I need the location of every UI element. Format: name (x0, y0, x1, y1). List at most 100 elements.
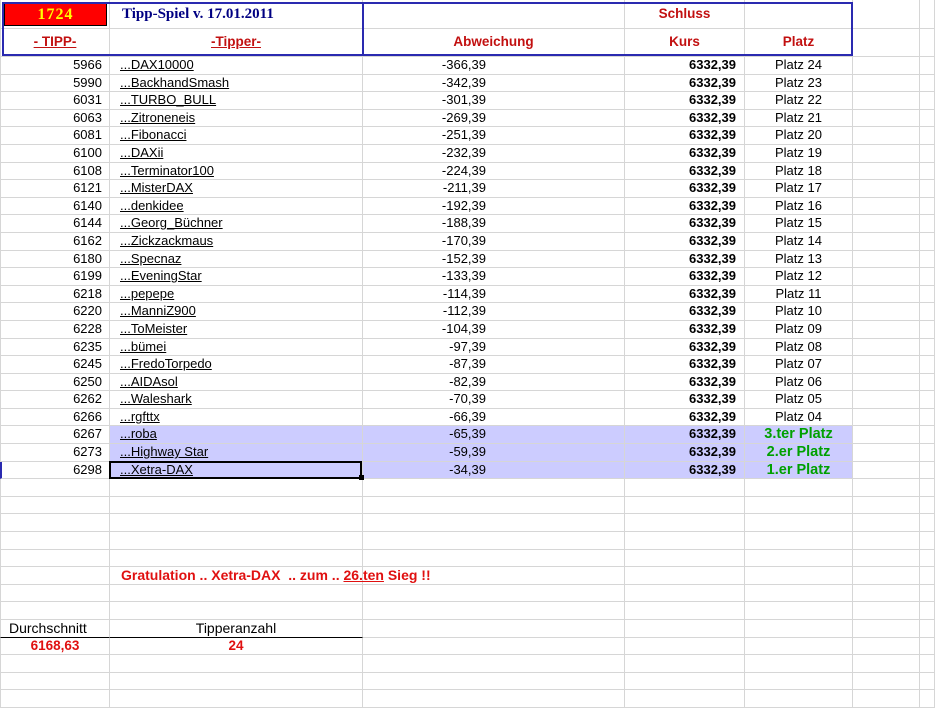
cell-kurs[interactable] (625, 567, 745, 585)
cell-abweichung[interactable]: -65,39 (363, 426, 625, 445)
cell-empty[interactable] (853, 532, 920, 550)
cell-abweichung[interactable]: -87,39 (363, 356, 625, 374)
cell-platz[interactable] (745, 637, 853, 656)
cell-tipp[interactable]: 6031 (0, 92, 110, 110)
cell-abweichung[interactable]: -34,39 (363, 461, 625, 480)
cell-kurs[interactable]: 6332,39 (625, 57, 745, 75)
cell-empty[interactable] (853, 356, 920, 374)
cell-tipper[interactable]: ...AIDAsol (110, 373, 363, 392)
cell-tipper[interactable] (110, 549, 363, 568)
empty-cell[interactable] (853, 0, 920, 29)
schluss-label[interactable]: Schluss (625, 0, 745, 29)
cell-empty[interactable] (853, 144, 920, 163)
cell-empty[interactable] (920, 162, 935, 181)
cell-tipp[interactable]: 6245 (0, 356, 110, 374)
cell-tipper[interactable]: ...TURBO_BULL (110, 92, 363, 110)
cell-tipp[interactable]: 5990 (0, 74, 110, 93)
cell-tipp[interactable]: 6081 (0, 127, 110, 145)
cell-kurs[interactable]: 6332,39 (625, 74, 745, 93)
cell-empty[interactable] (853, 268, 920, 286)
cell-empty[interactable] (920, 268, 935, 286)
cell-platz[interactable]: 1.er Platz (745, 461, 853, 480)
cell-kurs[interactable] (625, 549, 745, 568)
cell-empty[interactable] (920, 532, 935, 550)
cell-platz[interactable]: Platz 06 (745, 373, 853, 392)
cell-tipp[interactable]: 6144 (0, 215, 110, 233)
cell-empty[interactable] (920, 127, 935, 145)
cell-empty[interactable] (920, 672, 935, 691)
empty-cell[interactable] (920, 0, 935, 29)
cell-abweichung[interactable]: -59,39 (363, 444, 625, 462)
cell-platz[interactable] (745, 672, 853, 691)
cell-abweichung[interactable]: -112,39 (363, 303, 625, 321)
cell-tipper[interactable] (110, 514, 363, 533)
cell-empty[interactable] (853, 479, 920, 497)
cell-empty[interactable] (920, 303, 935, 321)
cell-empty[interactable] (920, 338, 935, 357)
cell-empty[interactable] (853, 620, 920, 638)
cell-platz[interactable] (745, 514, 853, 533)
cell-platz[interactable]: Platz 17 (745, 180, 853, 198)
cell-tipper[interactable] (110, 655, 363, 673)
cell-empty[interactable] (920, 320, 935, 339)
cell-tipper[interactable]: ...Highway Star (110, 444, 363, 462)
cell-empty[interactable] (853, 426, 920, 445)
cell-tipper[interactable] (110, 690, 363, 708)
cell-tipp[interactable]: 6273 (0, 444, 110, 462)
cell-abweichung[interactable] (363, 479, 625, 497)
cell-empty[interactable] (920, 74, 935, 93)
cell-tipper[interactable]: ...denkidee (110, 197, 363, 216)
cell-empty[interactable] (920, 250, 935, 269)
cell-empty[interactable] (853, 672, 920, 691)
cell-empty[interactable] (853, 496, 920, 515)
cell-empty[interactable] (853, 320, 920, 339)
cell-empty[interactable] (920, 144, 935, 163)
cell-tipp[interactable] (0, 567, 110, 585)
cell-tipper[interactable]: ...Waleshark (110, 391, 363, 409)
cell-tipp[interactable] (0, 655, 110, 673)
cell-kurs[interactable] (625, 637, 745, 656)
cell-platz[interactable] (745, 567, 853, 585)
column-header-tipper[interactable]: -Tipper- (110, 29, 363, 57)
cell-abweichung[interactable]: -104,39 (363, 320, 625, 339)
cell-abweichung[interactable]: -114,39 (363, 285, 625, 304)
cell-empty[interactable] (853, 373, 920, 392)
cell-platz[interactable] (745, 655, 853, 673)
cell-abweichung[interactable] (363, 690, 625, 708)
cell-abweichung[interactable]: -301,39 (363, 92, 625, 110)
cell-tipper[interactable] (110, 479, 363, 497)
cell-empty[interactable] (920, 215, 935, 233)
cell-tipp[interactable]: 6199 (0, 268, 110, 286)
empty-cell[interactable] (363, 0, 625, 29)
cell-kurs[interactable]: 6332,39 (625, 426, 745, 445)
cell-abweichung[interactable] (363, 637, 625, 656)
cell-abweichung[interactable]: -232,39 (363, 144, 625, 163)
tipp-number-cell[interactable]: 1724 (0, 0, 110, 29)
cell-platz[interactable]: Platz 24 (745, 57, 853, 75)
cell-tipp[interactable]: 6140 (0, 197, 110, 216)
cell-tipper[interactable]: ...Zickzackmaus (110, 232, 363, 251)
cell-empty[interactable] (920, 567, 935, 585)
cell-tipp[interactable] (0, 690, 110, 708)
cell-kurs[interactable]: 6332,39 (625, 144, 745, 163)
cell-platz[interactable]: Platz 21 (745, 109, 853, 128)
cell-platz[interactable]: Platz 08 (745, 338, 853, 357)
cell-empty[interactable] (853, 127, 920, 145)
cell-empty[interactable] (853, 584, 920, 603)
column-header-kurs[interactable]: Kurs (625, 29, 745, 57)
cell-kurs[interactable]: 6332,39 (625, 268, 745, 286)
cell-platz[interactable] (745, 602, 853, 620)
cell-tipp[interactable]: 6218 (0, 285, 110, 304)
cell-empty[interactable] (853, 514, 920, 533)
cell-empty[interactable] (853, 215, 920, 233)
cell-tipp[interactable] (0, 549, 110, 568)
cell-platz[interactable]: Platz 20 (745, 127, 853, 145)
tipperanzahl-label[interactable]: Tipperanzahl (110, 620, 363, 638)
cell-empty[interactable] (853, 232, 920, 251)
sheet-title[interactable]: Tipp-Spiel v. 17.01.2011 (110, 0, 363, 29)
cell-platz[interactable]: Platz 16 (745, 197, 853, 216)
cell-kurs[interactable]: 6332,39 (625, 373, 745, 392)
cell-tipper[interactable]: ...ManniZ900 (110, 303, 363, 321)
cell-kurs[interactable]: 6332,39 (625, 250, 745, 269)
column-header-tipp[interactable]: - TIPP- (0, 29, 110, 57)
